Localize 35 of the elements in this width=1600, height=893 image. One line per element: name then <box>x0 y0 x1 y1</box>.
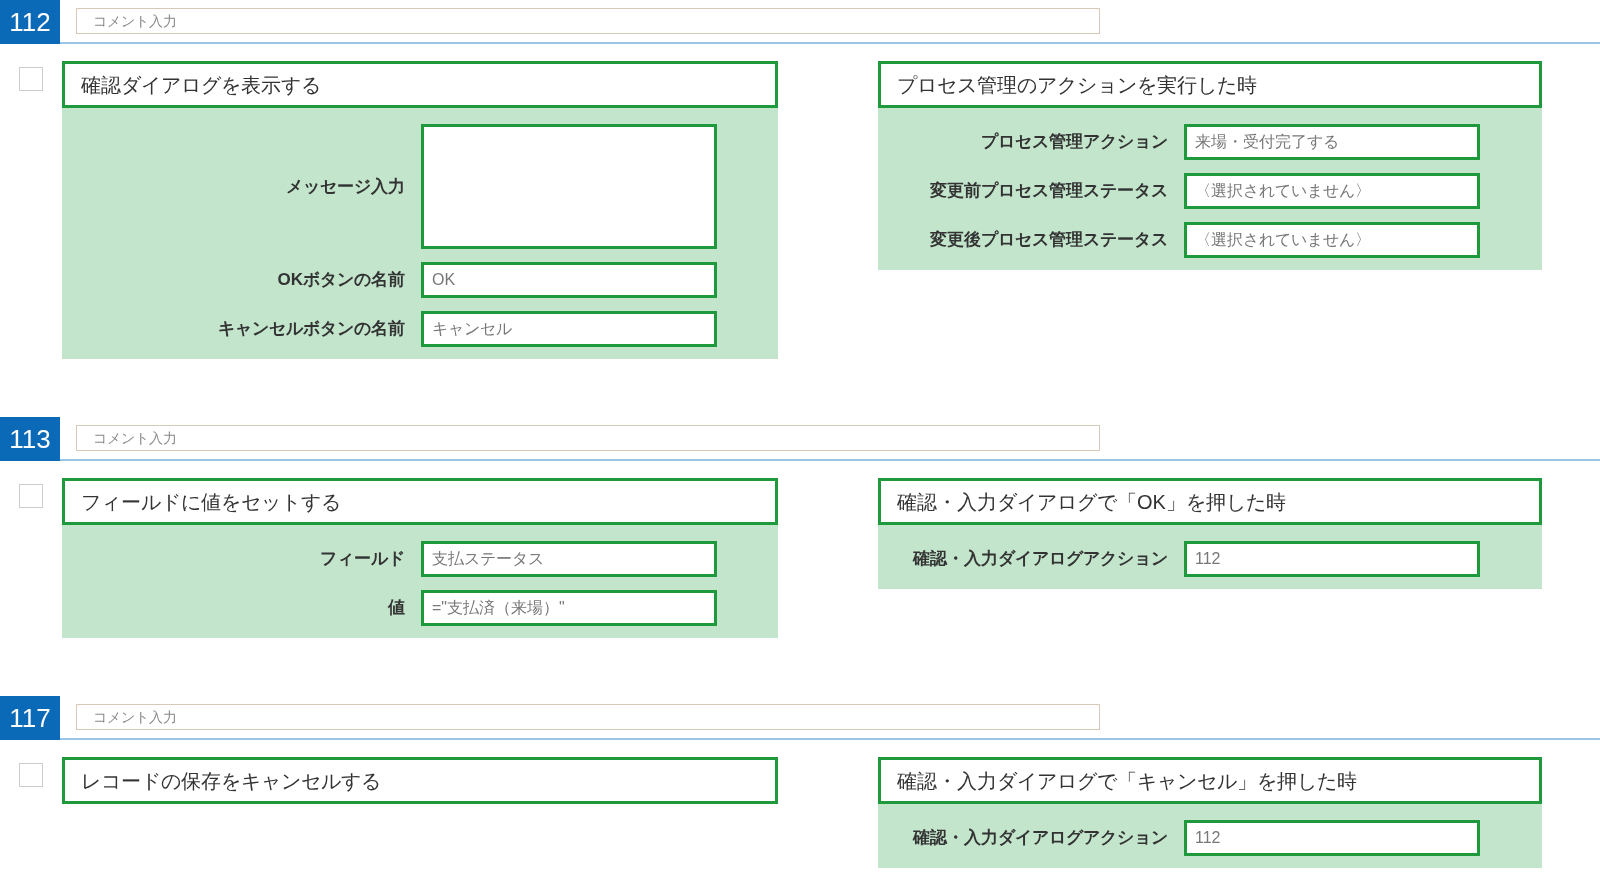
field-label: 値 <box>388 597 405 620</box>
input-field[interactable]: キャンセル <box>421 311 717 347</box>
field-label: 変更後プロセス管理ステータス <box>930 229 1168 252</box>
card-title: プロセス管理のアクションを実行した時 <box>878 61 1542 108</box>
input-field[interactable]: OK <box>421 262 717 298</box>
field-label: プロセス管理アクション <box>981 131 1168 154</box>
field-label: フィールド <box>320 548 405 571</box>
step-number: 112 <box>0 0 60 44</box>
field-label: キャンセルボタンの名前 <box>218 318 405 341</box>
field-label: メッセージ入力 <box>286 175 405 198</box>
card-title: フィールドに値をセットする <box>62 478 778 525</box>
checkbox[interactable] <box>19 484 43 508</box>
comment-field[interactable]: コメント入力 <box>76 704 1100 730</box>
message-textarea[interactable] <box>421 124 717 249</box>
input-field[interactable]: 〈選択されていません〉 <box>1184 173 1480 209</box>
card-title: 確認・入力ダイアログで「OK」を押した時 <box>878 478 1542 525</box>
card-title: 確認ダイアログを表示する <box>62 61 778 108</box>
field-label: OKボタンの名前 <box>277 269 405 292</box>
input-field[interactable]: 〈選択されていません〉 <box>1184 222 1480 258</box>
checkbox[interactable] <box>19 763 43 787</box>
comment-field[interactable]: コメント入力 <box>76 425 1100 451</box>
field-label: 変更前プロセス管理ステータス <box>930 180 1168 203</box>
step-number: 117 <box>0 696 60 740</box>
checkbox[interactable] <box>19 67 43 91</box>
card-title: レコードの保存をキャンセルする <box>62 757 778 804</box>
step-number: 113 <box>0 417 60 461</box>
input-field[interactable]: 支払ステータス <box>421 541 717 577</box>
card-title: 確認・入力ダイアログで「キャンセル」を押した時 <box>878 757 1542 804</box>
input-field[interactable]: 112 <box>1184 820 1480 856</box>
field-label: 確認・入力ダイアログアクション <box>913 548 1168 571</box>
field-label: 確認・入力ダイアログアクション <box>913 827 1168 850</box>
comment-field[interactable]: コメント入力 <box>76 8 1100 34</box>
input-field[interactable]: 112 <box>1184 541 1480 577</box>
input-field[interactable]: 来場・受付完了する <box>1184 124 1480 160</box>
input-field[interactable]: ="支払済（来場）" <box>421 590 717 626</box>
